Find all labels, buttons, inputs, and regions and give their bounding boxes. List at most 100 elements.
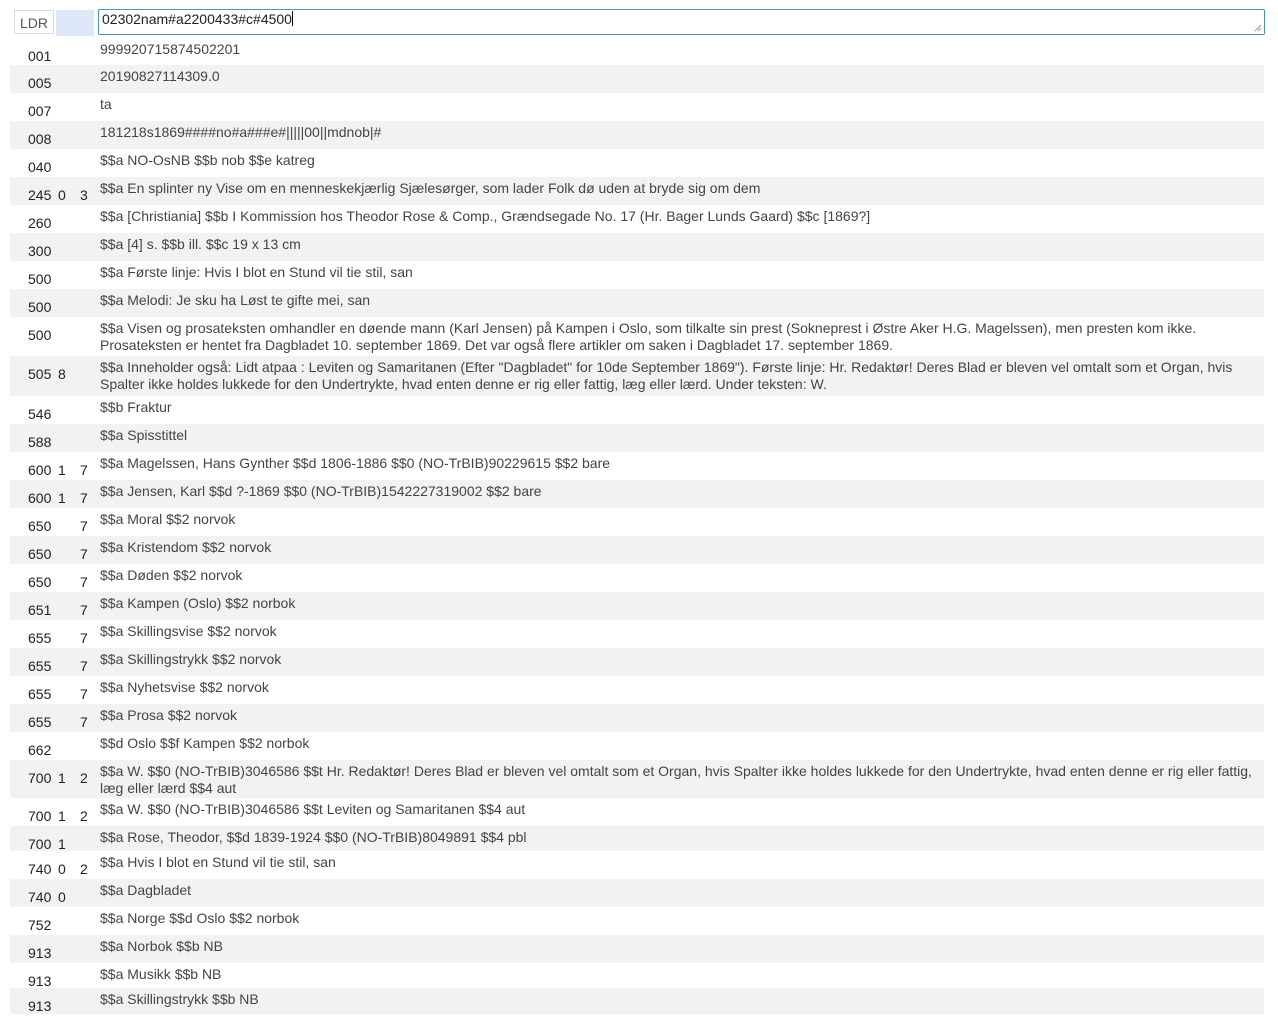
field-value[interactable]: $$a Norge $$d Oslo $$2 norbok bbox=[100, 910, 1260, 927]
indicator-2[interactable]: 3 bbox=[80, 187, 88, 203]
field-value[interactable]: $$a Døden $$2 norvok bbox=[100, 567, 1260, 584]
marc-field-row[interactable]: 662 $$d Oslo $$f Kampen $$2 norbok bbox=[10, 732, 1264, 760]
field-value[interactable]: $$a Dagbladet bbox=[100, 882, 1260, 899]
field-value[interactable]: $$a [Christiania] $$b I Kommission hos T… bbox=[100, 208, 1260, 225]
field-value[interactable]: $$a Hvis I blot en Stund vil tie stil, s… bbox=[100, 854, 1260, 871]
marc-field-row[interactable]: 245 0 3 $$a En splinter ny Vise om en menne… bbox=[10, 177, 1264, 205]
field-tag[interactable]: 600 bbox=[28, 462, 51, 478]
field-tag[interactable]: 245 bbox=[28, 187, 51, 203]
marc-field-row[interactable]: 913 $$a Musikk $$b NB bbox=[10, 963, 1264, 989]
marc-field-row[interactable]: 001 999920715874502201 bbox=[10, 38, 1264, 65]
indicator-1[interactable]: 0 bbox=[58, 187, 66, 203]
field-tag[interactable]: 546 bbox=[28, 406, 51, 422]
field-tag[interactable]: 752 bbox=[28, 917, 51, 933]
field-tag[interactable]: 001 bbox=[28, 48, 51, 64]
marc-field-row[interactable]: 588 $$a Spisstittel bbox=[10, 424, 1264, 452]
field-value[interactable]: 20190827114309.0 bbox=[100, 68, 1260, 85]
field-tag[interactable]: 650 bbox=[28, 518, 51, 534]
field-tag[interactable]: 007 bbox=[28, 103, 51, 119]
field-tag[interactable]: 040 bbox=[28, 159, 51, 175]
field-tag[interactable]: 740 bbox=[28, 889, 51, 905]
field-value[interactable]: $$b Fraktur bbox=[100, 399, 1260, 416]
field-value[interactable]: $$a Første linje: Hvis I blot en Stund v… bbox=[100, 264, 1260, 281]
marc-field-row[interactable]: 007 ta bbox=[10, 93, 1264, 121]
field-tag[interactable]: 740 bbox=[28, 861, 51, 877]
marc-field-row[interactable]: 546 $$b Fraktur bbox=[10, 396, 1264, 424]
marc-field-row[interactable]: 005 20190827114309.0 bbox=[10, 65, 1264, 93]
field-value[interactable]: $$a W. $$0 (NO-TrBIB)3046586 $$t Hr. Red… bbox=[100, 763, 1260, 797]
indicator-2[interactable]: 2 bbox=[80, 770, 88, 786]
indicator-1[interactable]: 1 bbox=[58, 490, 66, 506]
marc-field-row[interactable]: 700 1 2 $$a W. $$0 (NO-TrBIB)3046586 $$t Hr… bbox=[10, 760, 1264, 798]
indicator-1[interactable]: 8 bbox=[58, 366, 66, 382]
marc-field-row[interactable]: 913 $$a Skillingstrykk $$b NB bbox=[10, 988, 1264, 1014]
field-tag[interactable]: 005 bbox=[28, 75, 51, 91]
marc-field-row[interactable]: 650 7 $$a Døden $$2 norvok bbox=[10, 564, 1264, 592]
marc-field-row[interactable]: 740 0 $$a Dagbladet bbox=[10, 879, 1264, 907]
indicator-2[interactable]: 7 bbox=[80, 630, 88, 646]
indicator-2[interactable]: 7 bbox=[80, 462, 88, 478]
marc-field-row[interactable]: 650 7 $$a Kristendom $$2 norvok bbox=[10, 536, 1264, 564]
indicator-2[interactable]: 7 bbox=[80, 686, 88, 702]
marc-field-row[interactable]: 600 1 7 $$a Magelssen, Hans Gynther $$d 180… bbox=[10, 452, 1264, 480]
marc-field-row[interactable]: 040 $$a NO-OsNB $$b nob $$e katreg bbox=[10, 149, 1264, 177]
indicator-1[interactable]: 0 bbox=[58, 889, 66, 905]
indicator-1[interactable]: 1 bbox=[58, 808, 66, 824]
field-tag[interactable]: 662 bbox=[28, 742, 51, 758]
field-value[interactable]: $$a En splinter ny Vise om en menneskekj… bbox=[100, 180, 1260, 197]
marc-field-row[interactable]: 740 0 2 $$a Hvis I blot en Stund vil tie st… bbox=[10, 851, 1264, 879]
field-value[interactable]: ta bbox=[100, 96, 1260, 113]
field-tag[interactable]: 505 bbox=[28, 366, 51, 382]
field-value[interactable]: $$a Jensen, Karl $$d ?-1869 $$0 (NO-TrBI… bbox=[100, 483, 1260, 500]
indicator-1[interactable]: 1 bbox=[58, 770, 66, 786]
marc-field-row[interactable]: 500 $$a Visen og prosateksten omhandler e… bbox=[10, 317, 1264, 356]
field-value[interactable]: $$a Kristendom $$2 norvok bbox=[100, 539, 1260, 556]
marc-field-row[interactable]: 700 1 $$a Rose, Theodor, $$d 1839-1924 $$0… bbox=[10, 826, 1264, 852]
field-tag[interactable]: 700 bbox=[28, 770, 51, 786]
indicator-2[interactable]: 7 bbox=[80, 574, 88, 590]
field-value[interactable]: 181218s1869####no#a###e#|||||00||mdnob|# bbox=[100, 124, 1260, 141]
field-tag[interactable]: 655 bbox=[28, 714, 51, 730]
field-value[interactable]: $$a Skillingstrykk $$2 norvok bbox=[100, 651, 1260, 668]
marc-field-row[interactable]: 500 $$a Melodi: Je sku ha Løst te gifte m… bbox=[10, 289, 1264, 317]
indicator-2[interactable]: 7 bbox=[80, 658, 88, 674]
field-value[interactable]: $$a Magelssen, Hans Gynther $$d 1806-188… bbox=[100, 455, 1260, 472]
field-value[interactable]: $$a Visen og prosateksten omhandler en d… bbox=[100, 320, 1260, 354]
field-tag[interactable]: 700 bbox=[28, 836, 51, 852]
indicator-2[interactable]: 7 bbox=[80, 490, 88, 506]
field-tag[interactable]: 600 bbox=[28, 490, 51, 506]
field-value[interactable]: $$a Prosa $$2 norvok bbox=[100, 707, 1260, 724]
field-value[interactable]: $$a Melodi: Je sku ha Løst te gifte mei,… bbox=[100, 292, 1260, 309]
field-tag[interactable]: 651 bbox=[28, 602, 51, 618]
marc-field-row[interactable]: 300 $$a [4] s. $$b ill. $$c 19 x 13 cm bbox=[10, 233, 1264, 261]
field-tag[interactable]: 650 bbox=[28, 546, 51, 562]
indicator-2[interactable]: 2 bbox=[80, 808, 88, 824]
field-value[interactable]: $$a Spisstittel bbox=[100, 427, 1260, 444]
field-value[interactable]: $$a Musikk $$b NB bbox=[100, 966, 1260, 983]
marc-field-row[interactable]: 008 181218s1869####no#a###e#|||||00||mdno… bbox=[10, 121, 1264, 149]
field-value[interactable]: $$a Rose, Theodor, $$d 1839-1924 $$0 (NO… bbox=[100, 829, 1260, 846]
indicator-1[interactable]: 1 bbox=[58, 836, 66, 852]
field-tag[interactable]: 700 bbox=[28, 808, 51, 824]
resize-grip-icon[interactable] bbox=[1254, 24, 1262, 32]
field-value[interactable]: $$a NO-OsNB $$b nob $$e katreg bbox=[100, 152, 1260, 169]
field-tag[interactable]: 588 bbox=[28, 434, 51, 450]
field-tag[interactable]: 260 bbox=[28, 215, 51, 231]
indicator-2[interactable]: 7 bbox=[80, 602, 88, 618]
field-tag[interactable]: 913 bbox=[28, 973, 51, 989]
field-value[interactable]: $$a Skillingstrykk $$b NB bbox=[100, 991, 1260, 1008]
field-value[interactable]: $$a Inneholder også: Lidt atpaa : Levite… bbox=[100, 359, 1260, 393]
field-tag[interactable]: 500 bbox=[28, 327, 51, 343]
field-value[interactable]: $$a Nyhetsvise $$2 norvok bbox=[100, 679, 1260, 696]
marc-field-row[interactable]: 260 $$a [Christiania] $$b I Kommission ho… bbox=[10, 205, 1264, 233]
field-tag[interactable]: 655 bbox=[28, 630, 51, 646]
marc-field-row[interactable]: 913 $$a Norbok $$b NB bbox=[10, 935, 1264, 963]
field-tag[interactable]: 913 bbox=[28, 998, 51, 1014]
marc-field-row[interactable]: 650 7 $$a Moral $$2 norvok bbox=[10, 508, 1264, 536]
field-tag[interactable]: 913 bbox=[28, 945, 51, 961]
indicator-2[interactable]: 2 bbox=[80, 861, 88, 877]
field-value[interactable]: 999920715874502201 bbox=[100, 41, 1260, 58]
indicator-1[interactable]: 1 bbox=[58, 462, 66, 478]
field-value[interactable]: $$a [4] s. $$b ill. $$c 19 x 13 cm bbox=[100, 236, 1260, 253]
field-tag[interactable]: 650 bbox=[28, 574, 51, 590]
